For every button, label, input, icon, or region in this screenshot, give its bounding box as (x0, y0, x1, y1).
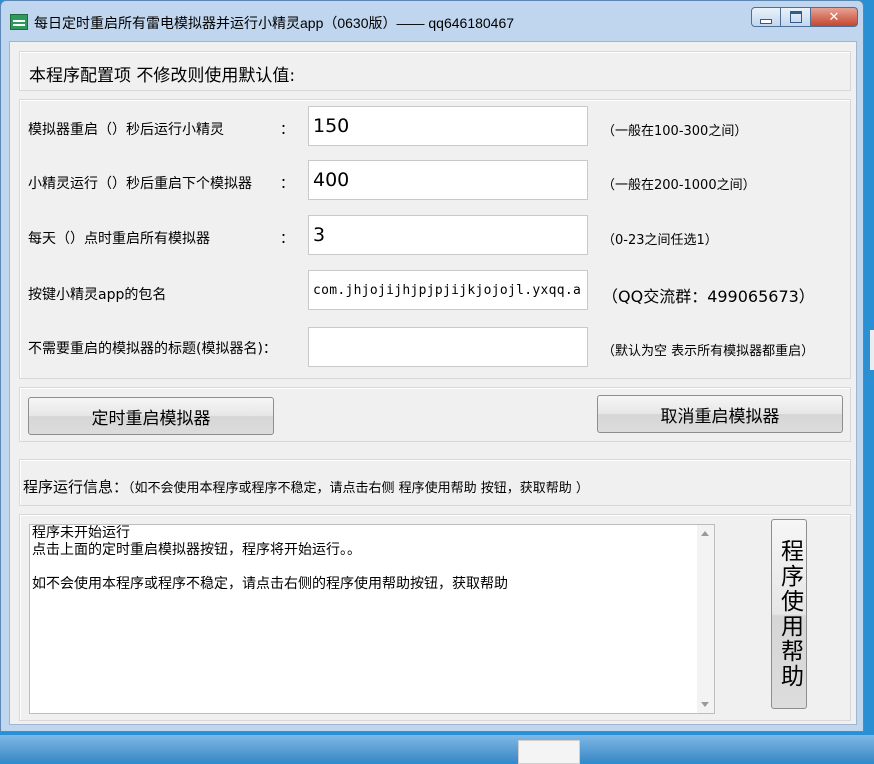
desktop-edge (870, 330, 874, 370)
config-panel: 模拟器重启（）秒后运行小精灵 ： （一般在100-300之间） 小精灵运行（）秒… (19, 99, 851, 379)
exclude-emulator-hint: （默认为空 表示所有模拟器都重启） (602, 344, 815, 359)
config-header-panel: 本程序配置项 不修改则使用默认值: (19, 51, 851, 91)
title-bar[interactable]: 每日定时重启所有雷电模拟器并运行小精灵app（0630版）—— qq646180… (1, 1, 863, 41)
desktop-thumbnail (518, 740, 580, 764)
scroll-up-icon[interactable] (701, 531, 709, 536)
app-window: 每日定时重启所有雷电模拟器并运行小精灵app（0630版）—— qq646180… (0, 0, 864, 732)
qq-group-hint: （QQ交流群：499065673） (602, 287, 815, 306)
window-controls: ✕ (751, 7, 858, 29)
run-duration-colon: ： (280, 176, 294, 192)
run-duration-label: 小精灵运行（）秒后重启下个模拟器 (28, 176, 252, 192)
close-button[interactable]: ✕ (811, 7, 858, 27)
window-title: 每日定时重启所有雷电模拟器并运行小精灵app（0630版）—— qq646180… (34, 15, 515, 31)
info-label: 程序运行信息： (23, 478, 129, 496)
restart-hour-colon: ： (280, 231, 294, 247)
package-name-label: 按键小精灵app的包名 (28, 287, 167, 303)
restart-delay-input[interactable] (308, 106, 588, 146)
action-panel: 定时重启模拟器 取消重启模拟器 (19, 387, 851, 442)
config-header: 本程序配置项 不修改则使用默认值: (29, 66, 296, 86)
minimize-icon (760, 18, 772, 24)
maximize-button[interactable] (781, 7, 811, 27)
scroll-down-icon[interactable] (701, 702, 709, 707)
client-area: 本程序配置项 不修改则使用默认值: 模拟器重启（）秒后运行小精灵 ： （一般在1… (9, 41, 857, 725)
info-header-panel: 程序运行信息：（如不会使用本程序或程序不稳定，请点击右侧 程序使用帮助 按钮，获… (19, 459, 851, 506)
info-header: 程序运行信息：（如不会使用本程序或程序不稳定，请点击右侧 程序使用帮助 按钮，获… (23, 476, 589, 497)
package-name-input[interactable] (308, 270, 588, 310)
restart-hour-label: 每天（）点时重启所有模拟器 (28, 231, 210, 247)
maximize-icon (789, 11, 802, 23)
restart-delay-label: 模拟器重启（）秒后运行小精灵 (28, 122, 224, 138)
restart-delay-hint: （一般在100-300之间） (602, 124, 748, 139)
log-output[interactable]: 程序未开始运行 点击上面的定时重启模拟器按钮，程序将开始运行。。 如不会使用本程… (29, 524, 715, 714)
exclude-emulator-label: 不需要重启的模拟器的标题(模拟器名)： (28, 341, 277, 357)
close-icon: ✕ (828, 9, 840, 25)
app-icon (10, 14, 28, 30)
restart-hour-hint: （0-23之间任选1） (602, 233, 718, 248)
log-panel: 程序未开始运行 点击上面的定时重启模拟器按钮，程序将开始运行。。 如不会使用本程… (19, 514, 851, 721)
info-note: （如不会使用本程序或程序不稳定，请点击右侧 程序使用帮助 按钮，获取帮助 ） (128, 481, 589, 496)
restart-hour-input[interactable] (308, 215, 588, 255)
log-scrollbar[interactable] (697, 525, 714, 713)
minimize-button[interactable] (751, 7, 781, 27)
restart-delay-colon: ： (280, 122, 294, 138)
desktop-background (0, 735, 874, 762)
run-duration-hint: （一般在200-1000之间） (602, 178, 756, 193)
exclude-emulator-input[interactable] (308, 327, 588, 367)
run-duration-input[interactable] (308, 160, 588, 200)
cancel-restart-button[interactable]: 取消重启模拟器 (597, 395, 843, 433)
schedule-restart-button[interactable]: 定时重启模拟器 (28, 397, 274, 435)
help-button[interactable]: 程序使用帮助 (771, 519, 807, 709)
